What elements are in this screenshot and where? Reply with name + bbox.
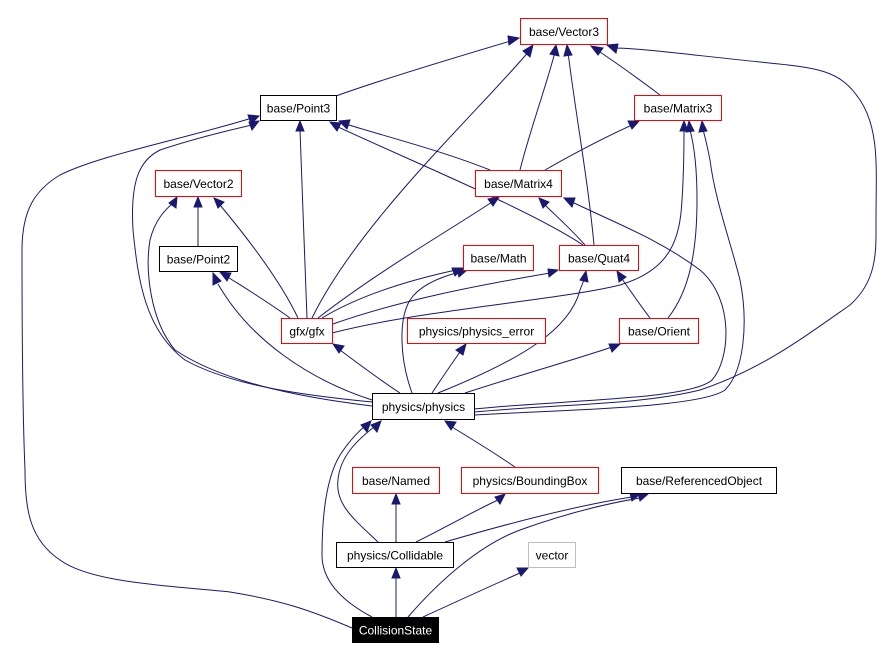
arrow-head-icon [516, 567, 530, 577]
node-vector[interactable]: vector [528, 542, 576, 568]
arrow-head-icon [563, 43, 573, 57]
node-base-point3[interactable]: base/Point3 [260, 95, 337, 121]
node-base-math[interactable]: base/Math [463, 245, 534, 271]
edge-collidable-refobj [444, 496, 633, 543]
node-base-quat4[interactable]: base/Quat4 [559, 245, 639, 271]
arrow-head-icon [685, 119, 695, 133]
edge-quat4-matrix4 [544, 204, 586, 246]
arrow-head-icon [487, 196, 501, 207]
node-base-matrix3[interactable]: base/Matrix3 [634, 95, 722, 121]
node-label: base/Vector3 [529, 25, 599, 39]
arrow-head-icon [295, 119, 305, 132]
arrow-head-icon [328, 121, 342, 132]
edge-physics-physicserror [431, 351, 461, 394]
include-dependency-graph: base/Vector3 base/Point3 base/Matrix3 ba… [21, 18, 877, 643]
edge-gfx-quat4 [329, 272, 551, 326]
node-label: base/Math [470, 252, 526, 266]
edge-collidable-boundingbox [415, 499, 499, 543]
arrow-head-icon [605, 43, 619, 54]
edge-matrix4-vector3 [519, 51, 556, 171]
arrow-head-icon [589, 45, 604, 56]
edge-physics-vector2 [147, 203, 373, 407]
node-label: base/Named [362, 474, 430, 488]
node-physics-collidable[interactable]: physics/Collidable [336, 542, 454, 568]
arrow-head-icon [549, 43, 560, 57]
edge-gfx-matrix3 [331, 129, 685, 334]
arrow-head-icon [522, 43, 534, 58]
node-label: base/Point2 [167, 253, 231, 267]
arrow-head-icon [193, 195, 203, 208]
edge-point3-vector3 [335, 39, 515, 97]
node-label: physics/physics [382, 400, 465, 414]
node-label: gfx/gfx [289, 325, 324, 339]
edge-physics-gfx [339, 349, 401, 394]
node-label: base/Vector2 [163, 177, 233, 191]
edge-gfx-point3 [299, 129, 308, 319]
edge-matrix3-vector3 [596, 49, 661, 96]
node-gfx-gfx[interactable]: gfx/gfx [281, 318, 333, 344]
arrow-head-icon [494, 493, 506, 505]
edge-collisionstate-physics [321, 426, 373, 618]
arrow-head-icon [213, 197, 225, 209]
arrow-head-icon [608, 343, 622, 353]
arrow-head-icon [547, 268, 560, 278]
arrow-head-icon [637, 492, 650, 502]
edge-matrix4-matrix3 [544, 124, 633, 171]
arrow-head-icon [538, 197, 550, 209]
node-label: base/ReferencedObject [636, 474, 763, 488]
node-label: base/Matrix3 [644, 102, 713, 116]
node-label: vector [536, 549, 569, 563]
nodes-layer: base/Vector3 base/Point3 base/Matrix3 ba… [155, 18, 777, 643]
node-label: base/Point3 [267, 102, 331, 116]
node-label: physics/physics_error [419, 325, 534, 339]
arrow-head-icon [507, 35, 521, 46]
node-label: physics/Collidable [347, 549, 443, 563]
arrow-head-icon [391, 566, 401, 579]
edge-quat4-vector3 [567, 51, 595, 246]
edge-orient-quat4 [621, 278, 651, 319]
edge-physics-orient [464, 346, 613, 394]
arrow-head-icon [391, 492, 401, 505]
arrow-head-icon [562, 197, 576, 208]
node-base-matrix4[interactable]: base/Matrix4 [475, 170, 562, 197]
node-collisionstate: CollisionState [352, 617, 439, 643]
node-label: base/Matrix4 [484, 177, 553, 191]
arrow-head-icon [627, 120, 641, 130]
node-label: base/Orient [628, 325, 691, 339]
arrow-head-icon [698, 119, 708, 133]
arrow-head-icon [370, 420, 382, 433]
edge-boundingbox-physics [451, 426, 516, 468]
arrow-head-icon [212, 271, 222, 286]
node-base-vector2[interactable]: base/Vector2 [155, 170, 242, 197]
node-label: base/Quat4 [568, 252, 630, 266]
arrow-head-icon [579, 269, 589, 283]
node-label: CollisionState [359, 624, 433, 638]
arrow-head-icon [616, 269, 627, 283]
node-physics-physics[interactable]: physics/physics [372, 393, 475, 420]
node-physics-physics-error[interactable]: physics/physics_error [407, 318, 546, 344]
node-base-named[interactable]: base/Named [352, 467, 440, 494]
arrow-head-icon [218, 271, 232, 282]
node-base-referencedobject[interactable]: base/ReferencedObject [621, 467, 777, 494]
edge-orient-matrix3 [667, 129, 698, 319]
edge-gfx-point2 [225, 275, 291, 319]
node-label: physics/BoundingBox [473, 474, 588, 488]
node-physics-boundingbox[interactable]: physics/BoundingBox [461, 467, 599, 494]
node-base-point2[interactable]: base/Point2 [159, 246, 238, 272]
edge-gfx-math [321, 269, 457, 319]
arrow-head-icon [168, 195, 178, 209]
edge-collisionstate-vector [422, 572, 521, 618]
node-base-vector3[interactable]: base/Vector3 [520, 18, 608, 45]
node-base-orient[interactable]: base/Orient [619, 318, 699, 344]
arrow-head-icon [455, 342, 467, 356]
